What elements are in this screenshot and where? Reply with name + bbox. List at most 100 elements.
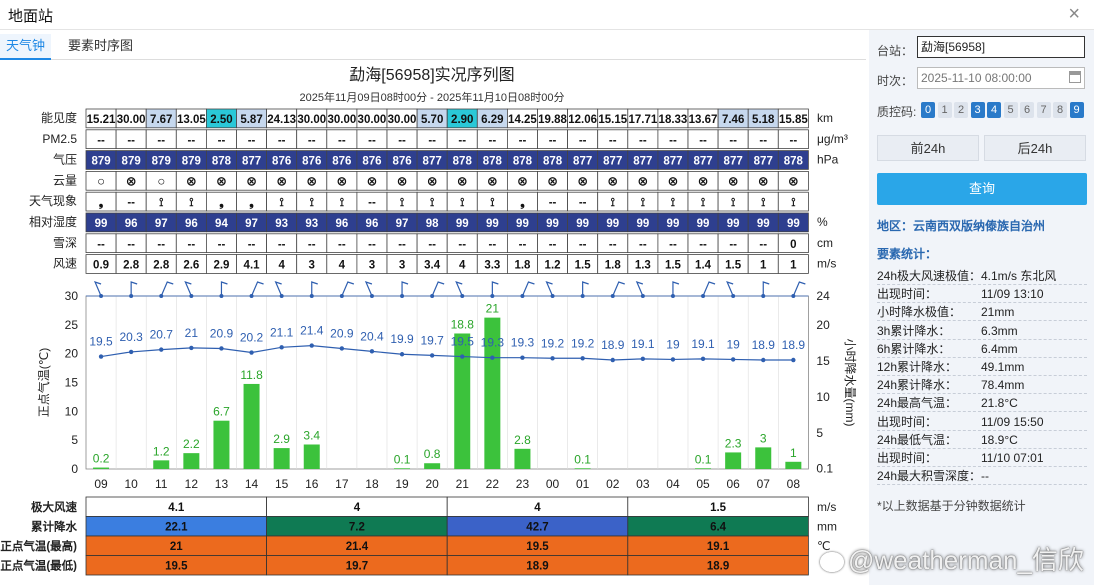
cell-value: 1.5 — [665, 260, 682, 272]
station-input[interactable]: 勐海[56958] — [917, 36, 1085, 58]
qc-code-4[interactable]: 4 — [987, 102, 1001, 118]
wind-barb — [521, 281, 535, 297]
stat-value: 11/09 13:10 — [981, 287, 1044, 302]
stat-label: 出现时间： — [877, 414, 938, 429]
cell-value: ⟟ — [310, 196, 315, 209]
precip-bar — [153, 460, 170, 469]
cell-value: -- — [639, 239, 647, 251]
cell-value: 99 — [516, 218, 529, 230]
cell-value: 877 — [663, 156, 682, 168]
qc-code-7[interactable]: 7 — [1036, 102, 1051, 118]
cell-value: 12.06 — [568, 114, 597, 126]
stat-label: 12h累计降水： — [877, 360, 958, 374]
cell-value: 97 — [396, 218, 409, 230]
query-button[interactable]: 查询 — [877, 173, 1087, 205]
stat-row: 出现时间： 11/09 13:10 — [877, 286, 1087, 304]
cell-value: 99 — [456, 218, 469, 230]
wind-barb — [762, 281, 770, 296]
qc-code-2[interactable]: 2 — [954, 102, 968, 118]
qc-code-6[interactable]: 6 — [1020, 102, 1034, 118]
wind-barb — [250, 281, 264, 297]
hour-label: 18 — [365, 477, 379, 491]
cell-value: -- — [549, 197, 557, 209]
temp-label: 19.2 — [541, 336, 565, 350]
temp-point — [640, 356, 646, 362]
tab-weather-clock[interactable]: 天气钟 — [0, 34, 52, 60]
cell-value: 1 — [790, 260, 797, 272]
next-24h-button[interactable]: 后24h — [984, 135, 1086, 161]
cell-value: -- — [338, 135, 346, 147]
temp-point — [761, 357, 766, 363]
cell-value: -- — [609, 239, 617, 251]
y-right-tick: 10 — [816, 390, 830, 404]
hour-label: 06 — [726, 477, 740, 491]
cell-value: -- — [188, 239, 196, 251]
stat-row: 24h极大风速极值： 4.1m/s 东北风 — [877, 268, 1087, 285]
wind-barb — [431, 281, 445, 297]
precip-label: 11.8 — [240, 368, 263, 382]
cell-value: 3.3 — [484, 260, 500, 272]
cell-value: -- — [458, 239, 466, 251]
calendar-icon[interactable] — [1069, 71, 1081, 83]
temp-point — [279, 345, 284, 350]
stat-value: 4.1m/s 东北风 — [981, 269, 1057, 283]
summary-value: 1.5 — [710, 502, 727, 514]
cell-value: -- — [729, 135, 737, 147]
temp-point — [399, 352, 405, 357]
close-icon[interactable]: × — [1068, 3, 1080, 26]
cell-value: -- — [248, 135, 256, 147]
hour-label: 21 — [456, 477, 470, 491]
cell-value: 18.33 — [659, 114, 688, 126]
cell-value: ❟ — [99, 197, 104, 210]
cell-value: -- — [669, 239, 677, 251]
cell-value: 2.50 — [210, 114, 232, 126]
cell-value: ❟ — [249, 197, 254, 210]
cell-value: -- — [157, 239, 165, 251]
chart-title: 勐海[56958]实况序列图 — [349, 66, 514, 84]
qc-code-0[interactable]: 0 — [921, 102, 935, 118]
stat-label: 出现时间： — [877, 451, 938, 465]
qc-code-5[interactable]: 5 — [1003, 102, 1018, 118]
temp-point — [219, 346, 224, 351]
temp-label: 19.5 — [89, 335, 113, 349]
qc-code-9[interactable]: 9 — [1069, 102, 1084, 118]
cell-value: ⊗ — [366, 173, 377, 188]
tab-element-series[interactable]: 要素时序图 — [62, 34, 139, 60]
watermark-text: @weatherman_信欣 — [848, 545, 1084, 575]
summary-value: 21 — [170, 541, 183, 553]
cell-value: -- — [248, 239, 256, 251]
cell-value: -- — [188, 135, 196, 147]
temp-point — [520, 355, 525, 360]
cell-value: 30.00 — [388, 114, 417, 126]
temp-label: 18.9 — [601, 338, 625, 352]
footnote: *以上数据基于分钟数据统计 — [877, 499, 1026, 513]
cell-value: -- — [579, 197, 587, 209]
cell-value: 877 — [573, 156, 592, 168]
cell-value: 13.67 — [689, 114, 718, 126]
cell-value: 17.71 — [628, 114, 657, 126]
temp-point — [98, 354, 104, 359]
qc-code-3[interactable]: 3 — [970, 102, 985, 118]
summary-value: 19.5 — [526, 541, 549, 553]
wind-barb — [702, 281, 716, 297]
stat-value: 11/10 07:01 — [981, 451, 1044, 465]
temp-label: 21.1 — [270, 325, 294, 339]
cell-value: -- — [699, 135, 707, 147]
cell-value: 30.00 — [358, 114, 387, 126]
qc-code-1[interactable]: 1 — [937, 102, 952, 118]
temp-point — [460, 354, 465, 359]
cell-value: -- — [338, 239, 346, 251]
wind-barb — [491, 281, 499, 296]
prev-24h-button[interactable]: 前24h — [877, 135, 979, 161]
stat-label: 出现时间： — [877, 287, 938, 302]
cell-value: 877 — [633, 156, 652, 168]
qc-code-8[interactable]: 8 — [1053, 102, 1067, 118]
time-input[interactable]: 2025-11-10 08:00:00 — [917, 67, 1085, 89]
summary-value: 4 — [354, 502, 361, 514]
row-label: 能见度 — [41, 110, 77, 125]
temp-point — [580, 356, 585, 361]
cell-value: -- — [489, 239, 497, 251]
temp-label: 19 — [666, 337, 680, 351]
precip-bar — [755, 447, 772, 469]
precip-label: 2.8 — [514, 433, 531, 447]
